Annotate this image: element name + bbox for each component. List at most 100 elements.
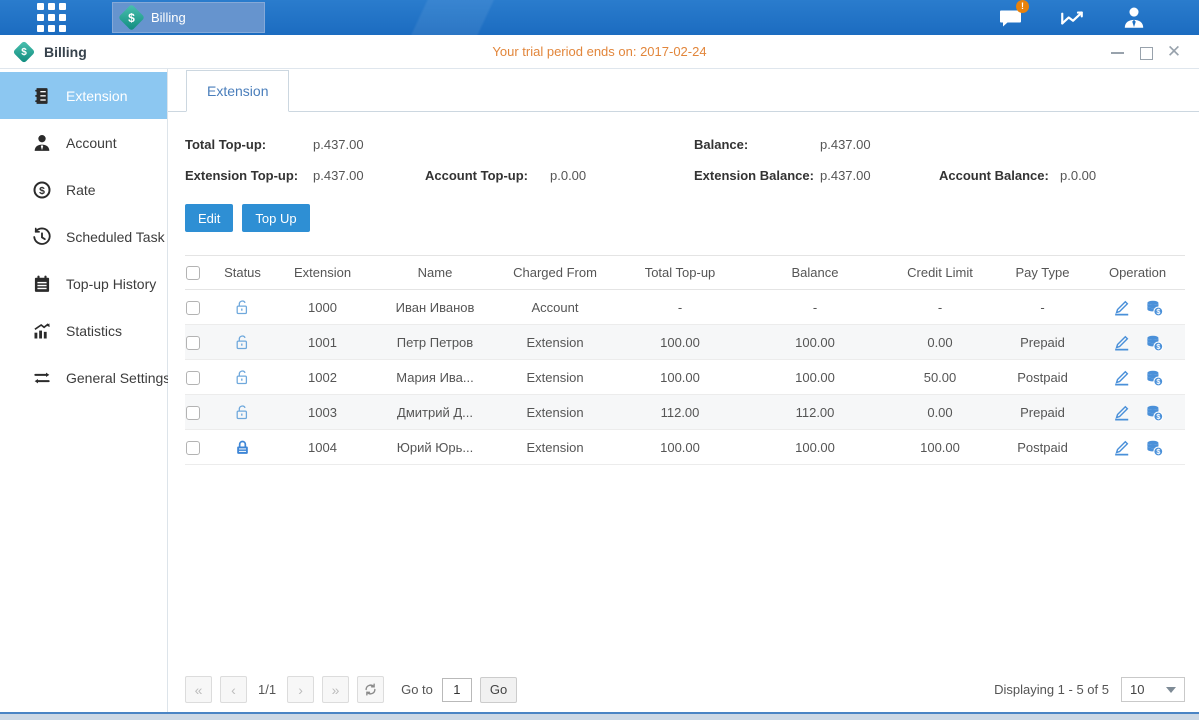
sidebar-item-general-settings[interactable]: General Settings — [0, 354, 167, 401]
cell-credit-limit: 0.00 — [885, 325, 995, 360]
total-topup-label: Total Top-up: — [185, 137, 313, 152]
minimize-icon[interactable] — [1107, 43, 1129, 61]
svg-text:$: $ — [1156, 308, 1160, 316]
cell-credit-limit: - — [885, 290, 995, 325]
cell-name: Мария Ива... — [375, 360, 495, 395]
row-checkbox[interactable] — [186, 336, 200, 350]
reports-chart-icon[interactable] — [1055, 5, 1089, 31]
sidebar-item-label: Account — [66, 135, 117, 151]
topup-row-icon[interactable]: $ — [1145, 368, 1164, 387]
cell-total-topup: 112.00 — [615, 395, 745, 430]
sidebar-item-top-up-history[interactable]: Top-up History — [0, 260, 167, 307]
balance-label: Balance: — [694, 137, 820, 152]
cell-total-topup: 100.00 — [615, 360, 745, 395]
cell-total-topup: 100.00 — [615, 325, 745, 360]
cell-extension: 1003 — [270, 395, 375, 430]
account-balance-label: Account Balance: — [939, 168, 1060, 183]
cell-credit-limit: 100.00 — [885, 430, 995, 465]
refresh-icon[interactable] — [357, 676, 384, 703]
select-all-checkbox[interactable] — [186, 266, 200, 280]
cell-name: Петр Петров — [375, 325, 495, 360]
row-checkbox[interactable] — [186, 371, 200, 385]
edit-row-icon[interactable] — [1112, 368, 1131, 387]
col-operation: Operation — [1090, 256, 1185, 290]
app-launcher-grid-icon[interactable] — [37, 3, 66, 32]
sidebar: Extension Account $Rate Scheduled Task Top-u… — [0, 69, 168, 712]
extension-balance-value: p.437.00 — [820, 168, 939, 183]
main-panel: Extension Total Top-up: p.437.00 Balance… — [168, 69, 1199, 712]
displaying-count: Displaying 1 - 5 of 5 — [994, 682, 1109, 697]
last-page-icon[interactable]: » — [322, 676, 349, 703]
sidebar-item-label: Scheduled Task — [66, 229, 165, 245]
cell-extension: 1000 — [270, 290, 375, 325]
cell-name: Дмитрий Д... — [375, 395, 495, 430]
balance-summary: Total Top-up: p.437.00 Balance: p.437.00… — [168, 112, 1199, 191]
sidebar-item-label: Rate — [66, 182, 96, 198]
app-tab-label: Billing — [151, 10, 186, 25]
sidebar-item-account[interactable]: Account — [0, 119, 167, 166]
sidebar-item-statistics[interactable]: Statistics — [0, 307, 167, 354]
edit-row-icon[interactable] — [1112, 298, 1131, 317]
cell-charged-from: Extension — [495, 360, 615, 395]
cell-extension: 1004 — [270, 430, 375, 465]
topup-row-icon[interactable]: $ — [1145, 298, 1164, 317]
edit-row-icon[interactable] — [1112, 333, 1131, 352]
col-extension: Extension — [270, 256, 375, 290]
billing-diamond-icon: $ — [13, 40, 36, 63]
maximize-icon[interactable] — [1135, 43, 1157, 61]
statistics-icon — [31, 320, 53, 342]
app-tab-billing[interactable]: $ Billing — [112, 2, 265, 33]
row-checkbox[interactable] — [186, 441, 200, 455]
tab-extension[interactable]: Extension — [186, 70, 289, 112]
prev-page-icon[interactable]: ‹ — [220, 676, 247, 703]
top-up-button[interactable]: Top Up — [242, 204, 309, 232]
topup-row-icon[interactable]: $ — [1145, 438, 1164, 457]
table-row-extension-1000: 1000Иван ИвановAccount----$ — [185, 290, 1185, 325]
cell-extension: 1001 — [270, 325, 375, 360]
col-balance: Balance — [745, 256, 885, 290]
page-size-select[interactable]: 10 — [1121, 677, 1185, 702]
page-indicator: 1/1 — [258, 682, 276, 697]
table-row-extension-1002: 1002Мария Ива...Extension100.00100.0050.… — [185, 360, 1185, 395]
top-app-bar: $ Billing ! — [0, 0, 1199, 35]
extension-topup-label: Extension Top-up: — [185, 168, 313, 183]
go-button[interactable]: Go — [480, 677, 517, 703]
account-icon — [31, 132, 53, 154]
lock-open-icon — [234, 369, 251, 386]
row-checkbox[interactable] — [186, 301, 200, 315]
messages-icon[interactable]: ! — [993, 5, 1027, 31]
next-page-icon[interactable]: › — [287, 676, 314, 703]
sidebar-item-scheduled-task[interactable]: Scheduled Task — [0, 213, 167, 260]
edit-row-icon[interactable] — [1112, 438, 1131, 457]
extension-topup-value: p.437.00 — [313, 168, 425, 183]
cell-balance: 100.00 — [745, 360, 885, 395]
close-icon[interactable]: ✕ — [1163, 43, 1185, 61]
row-checkbox[interactable] — [186, 406, 200, 420]
col-status: Status — [215, 256, 270, 290]
lock-open-icon — [234, 334, 251, 351]
cell-balance: 112.00 — [745, 395, 885, 430]
edit-button[interactable]: Edit — [185, 204, 233, 232]
table-row-extension-1004: 1004Юрий Юрь...Extension100.00100.00100.… — [185, 430, 1185, 465]
cell-pay-type: Prepaid — [995, 395, 1090, 430]
table-row-extension-1003: 1003Дмитрий Д...Extension112.00112.000.0… — [185, 395, 1185, 430]
cell-balance: 100.00 — [745, 325, 885, 360]
cell-name: Юрий Юрь... — [375, 430, 495, 465]
cell-charged-from: Account — [495, 290, 615, 325]
goto-page-input[interactable] — [442, 678, 472, 702]
sidebar-item-label: Extension — [66, 88, 127, 104]
sidebar-item-rate[interactable]: $Rate — [0, 166, 167, 213]
svg-text:$: $ — [1156, 413, 1160, 421]
lock-open-icon — [234, 404, 251, 421]
topup-row-icon[interactable]: $ — [1145, 403, 1164, 422]
col-credit-limit: Credit Limit — [885, 256, 995, 290]
col-total-topup: Total Top-up — [615, 256, 745, 290]
first-page-icon[interactable]: « — [185, 676, 212, 703]
topup-row-icon[interactable]: $ — [1145, 333, 1164, 352]
account-topup-label: Account Top-up: — [425, 168, 550, 183]
user-account-icon[interactable] — [1117, 5, 1151, 31]
sidebar-item-extension[interactable]: Extension — [0, 72, 167, 119]
chevron-down-icon — [1166, 687, 1176, 693]
extension-icon — [31, 85, 53, 107]
edit-row-icon[interactable] — [1112, 403, 1131, 422]
